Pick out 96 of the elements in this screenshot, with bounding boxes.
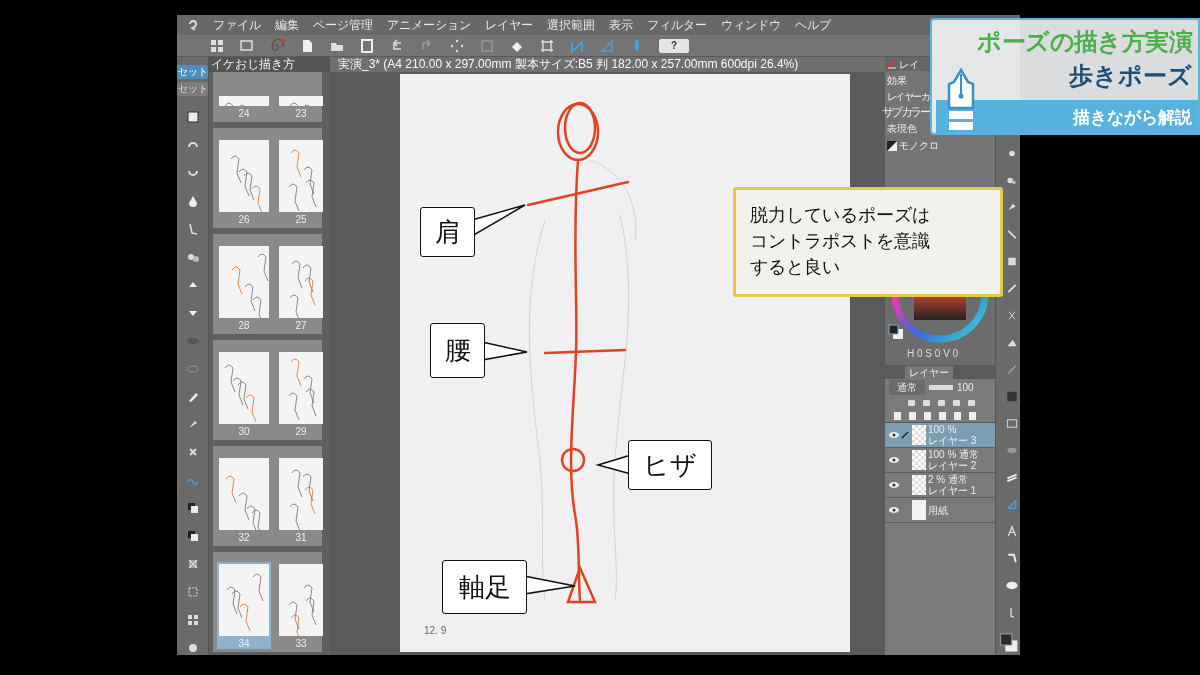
page-number: 33 [295, 638, 307, 649]
menu-item[interactable]: ファイル [213, 16, 261, 34]
layer-row[interactable]: 100 % レイヤー 3 [885, 423, 995, 448]
page-number: 26 [238, 214, 250, 225]
menu-item[interactable]: フィルター [647, 16, 707, 34]
crop-icon[interactable] [539, 37, 555, 54]
page-number: 29 [295, 426, 307, 437]
layer-mode: 100 % 通常 [928, 449, 980, 460]
dotted-select-icon[interactable] [449, 37, 465, 54]
eye-icon[interactable] [888, 456, 900, 464]
menu-item[interactable]: ウィンドウ [721, 16, 781, 34]
field-label: 効果 [887, 74, 908, 87]
layer-row[interactable]: 100 % 通常 レイヤー 2 [885, 448, 995, 473]
tool-icon[interactable] [185, 529, 200, 544]
note-text: コントラポストを意識 [750, 230, 931, 253]
page-thumbnail-frame[interactable]: 33 [277, 562, 325, 649]
color-values: H 0 S 0 V 0 [907, 348, 959, 360]
page-spread[interactable]: 26 25 [213, 128, 322, 228]
page-number: 34 [238, 638, 250, 649]
page-spread[interactable]: 24 23 [213, 72, 322, 122]
eye-icon[interactable] [888, 506, 900, 514]
set-tab[interactable]: セット [177, 65, 208, 79]
page-thumbnail-frame[interactable]: 31 [277, 456, 325, 543]
window-icon[interactable] [239, 37, 255, 54]
eye-icon[interactable] [888, 481, 900, 489]
page-thumbnail-frame[interactable]: 27 [277, 244, 325, 331]
dropdown-value[interactable]: モノクロ [899, 138, 939, 153]
page-spread[interactable]: 34 33 [213, 552, 322, 652]
page-thumbnail-frame[interactable]: 30 [217, 350, 271, 437]
monochrome-icon[interactable] [887, 140, 897, 151]
layer-row[interactable]: 2 % 通常 レイヤー 1 [885, 473, 995, 498]
set-tab[interactable]: セット [177, 82, 208, 96]
layer-name: レイヤー 3 [928, 435, 977, 446]
page-number: 24 [238, 108, 250, 119]
menu-item[interactable]: ヘルプ [795, 16, 831, 34]
callout-label: 軸足 [442, 560, 527, 614]
layer-thumbnail [912, 500, 926, 520]
field-label: 表現色 [887, 122, 918, 135]
page-thumbnail-frame[interactable]: 26 [217, 138, 271, 225]
page-thumbnail-frame[interactable]: 25 [277, 138, 325, 225]
opacity-value[interactable]: 100 [957, 379, 974, 395]
page-spread[interactable]: 30 29 [213, 340, 322, 440]
layer-row[interactable]: 用紙 [885, 498, 995, 523]
blend-mode-dropdown[interactable]: 通常 [889, 379, 925, 395]
tool-icon[interactable] [185, 501, 200, 516]
page-spread[interactable]: 28 27 [213, 234, 322, 334]
tool-icon[interactable] [185, 110, 200, 124]
page-number: 28 [238, 320, 250, 331]
menu-item[interactable]: 編集 [275, 16, 299, 34]
page-number: 32 [238, 532, 250, 543]
layer-name: 用紙 [928, 504, 948, 516]
page-coordinates: 12. 9 [424, 624, 447, 638]
callout-label: 肩 [420, 207, 475, 257]
app-logo-icon[interactable] [187, 19, 199, 31]
callout-label: 腰 [430, 323, 485, 378]
page-thumbnail-frame[interactable]: 24 [217, 94, 271, 119]
page-number: 30 [238, 426, 250, 437]
trash-icon[interactable] [968, 411, 977, 420]
page-number: 31 [295, 532, 307, 543]
eye-icon[interactable] [888, 431, 900, 439]
layer-thumbnail [912, 425, 926, 445]
menu-item[interactable]: アニメーション [387, 16, 471, 34]
layer-mode: 100 % [928, 424, 958, 435]
panel-tab[interactable]: レイヤー [905, 365, 953, 379]
note-text: 脱力しているポーズは [750, 204, 931, 227]
pen-nib-icon [946, 68, 976, 132]
page-thumbnail-frame[interactable]: 23 [277, 94, 325, 119]
color-swatch-icon[interactable] [888, 324, 904, 340]
menu-item[interactable]: 表示 [609, 16, 633, 34]
field-label: サブカラー [882, 106, 929, 119]
help-button[interactable]: ? [659, 38, 689, 53]
banner-caption: 描きながら解説 [1073, 106, 1192, 129]
page-thumbnail-frame[interactable]: 32 [217, 456, 271, 543]
layer-mode: 2 % 通常 [928, 474, 969, 485]
page-number: 23 [295, 108, 307, 119]
brush-icon[interactable] [887, 59, 897, 69]
menu-item[interactable]: レイヤー [485, 16, 533, 34]
callout-label: ヒザ [628, 440, 712, 490]
note-text: すると良い [750, 256, 841, 279]
grid-icon[interactable] [209, 37, 225, 54]
panel-tab[interactable]: イケおじ描き方 [209, 57, 330, 72]
layer-name: レイヤー 2 [928, 460, 978, 471]
layer-thumbnail [912, 450, 926, 470]
page-thumbnail-frame[interactable]: 28 [217, 244, 271, 331]
menu-item[interactable]: ページ管理 [313, 16, 373, 34]
layer-name: レイヤー 1 [928, 485, 977, 496]
page-spread[interactable]: 32 31 [213, 446, 322, 546]
color-swatch-icon[interactable] [999, 632, 1019, 655]
field-label: レイヤーカ [887, 90, 931, 103]
page-thumbnail-frame[interactable]: 29 [277, 350, 325, 437]
page-number: 27 [295, 320, 307, 331]
banner-title: ポーズの描き方実演 [977, 27, 1192, 57]
page-number: 25 [295, 214, 307, 225]
layer-thumbnail [912, 475, 926, 495]
banner-subtitle: 歩きポーズ [1069, 61, 1192, 91]
menu-item[interactable]: 選択範囲 [547, 16, 595, 34]
